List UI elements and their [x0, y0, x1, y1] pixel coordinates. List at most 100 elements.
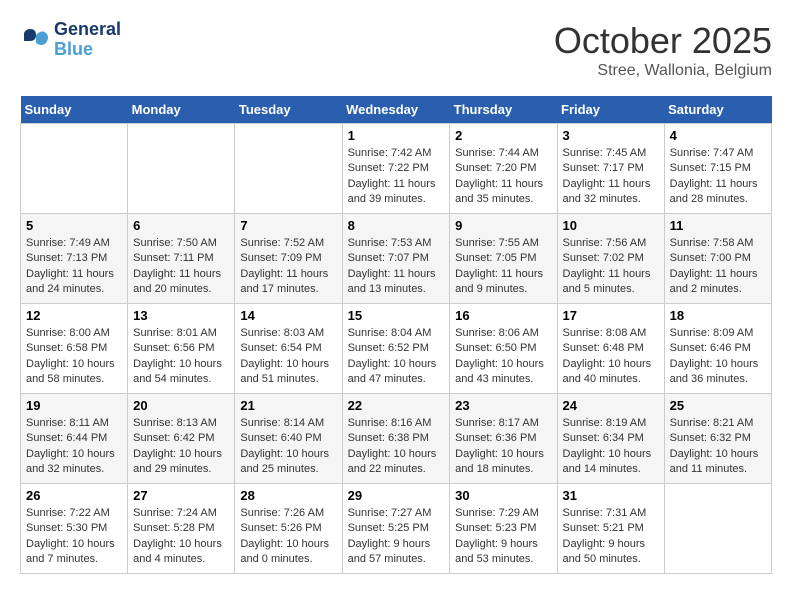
day-number: 26 [26, 488, 122, 503]
day-info: Sunrise: 7:58 AMSunset: 7:00 PMDaylight:… [670, 236, 766, 298]
calendar-cell: 12 Sunrise: 8:00 AMSunset: 6:58 PMDayligh… [21, 304, 128, 394]
header-row: SundayMondayTuesdayWednesdayThursdayFrid… [21, 96, 772, 124]
day-info: Sunrise: 7:42 AMSunset: 7:22 PMDaylight:… [348, 146, 445, 208]
calendar-cell: 15Sunrise: 8:04 AMSunset: 6:52 PMDayligh… [342, 304, 450, 394]
calendar-table: SundayMondayTuesdayWednesdayThursdayFrid… [20, 96, 772, 574]
day-info: Sunrise: 8:08 AMSunset: 6:48 PMDaylight:… [563, 326, 659, 388]
calendar-cell: 7 Sunrise: 7:52 AMSunset: 7:09 PMDaylight… [235, 214, 342, 304]
calendar-cell: 8 Sunrise: 7:53 AMSunset: 7:07 PMDaylight… [342, 214, 450, 304]
calendar-cell: 23Sunrise: 8:17 AMSunset: 6:36 PMDayligh… [450, 394, 557, 484]
day-number: 2 [455, 128, 551, 143]
column-header-saturday: Saturday [664, 96, 771, 124]
day-info: Sunrise: 7:44 AMSunset: 7:20 PMDaylight:… [455, 146, 551, 208]
calendar-cell: 10 Sunrise: 7:56 AMSunset: 7:02 PMDayligh… [557, 214, 664, 304]
day-info: Sunrise: 8:14 AMSunset: 6:40 PMDaylight:… [240, 416, 336, 478]
calendar-cell [664, 484, 771, 574]
calendar-cell: 6 Sunrise: 7:50 AMSunset: 7:11 PMDaylight… [128, 214, 235, 304]
calendar-cell: 29Sunrise: 7:27 AMSunset: 5:25 PMDayligh… [342, 484, 450, 574]
calendar-cell: 14Sunrise: 8:03 AMSunset: 6:54 PMDayligh… [235, 304, 342, 394]
calendar-cell: 4Sunrise: 7:47 AMSunset: 7:15 PMDaylight… [664, 124, 771, 214]
day-info: Sunrise: 8:01 AMSunset: 6:56 PMDaylight:… [133, 326, 229, 388]
page-header: General Blue October 2025 Stree, Walloni… [20, 20, 772, 80]
day-info: Sunrise: 7:29 AMSunset: 5:23 PMDaylight:… [455, 506, 551, 568]
day-info: Sunrise: 7:50 AMSunset: 7:11 PMDaylight:… [133, 236, 229, 298]
day-number: 12 [26, 308, 122, 323]
day-info: Sunrise: 7:49 AMSunset: 7:13 PMDaylight:… [26, 236, 122, 298]
day-number: 11 [670, 218, 766, 233]
day-number: 29 [348, 488, 445, 503]
day-info: Sunrise: 7:31 AMSunset: 5:21 PMDaylight:… [563, 506, 659, 568]
column-header-sunday: Sunday [21, 96, 128, 124]
day-number: 8 [348, 218, 445, 233]
day-info: Sunrise: 8:00 AMSunset: 6:58 PMDaylight:… [26, 326, 122, 388]
calendar-cell: 20 Sunrise: 8:13 AMSunset: 6:42 PMDayligh… [128, 394, 235, 484]
day-number: 5 [26, 218, 122, 233]
day-number: 6 [133, 218, 229, 233]
day-number: 25 [670, 398, 766, 413]
day-info: Sunrise: 7:22 AMSunset: 5:30 PMDaylight:… [26, 506, 122, 568]
day-number: 7 [240, 218, 336, 233]
calendar-cell: 2 Sunrise: 7:44 AMSunset: 7:20 PMDaylight… [450, 124, 557, 214]
day-info: Sunrise: 7:45 AMSunset: 7:17 PMDaylight:… [563, 146, 659, 208]
month-title: October 2025 [554, 20, 772, 62]
calendar-cell: 31 Sunrise: 7:31 AMSunset: 5:21 PMDayligh… [557, 484, 664, 574]
calendar-cell [235, 124, 342, 214]
day-number: 28 [240, 488, 336, 503]
day-number: 31 [563, 488, 659, 503]
location-subtitle: Stree, Wallonia, Belgium [554, 62, 772, 80]
day-number: 18 [670, 308, 766, 323]
title-area: October 2025 Stree, Wallonia, Belgium [554, 20, 772, 80]
day-info: Sunrise: 7:55 AMSunset: 7:05 PMDaylight:… [455, 236, 551, 298]
day-number: 27 [133, 488, 229, 503]
calendar-cell: 27 Sunrise: 7:24 AMSunset: 5:28 PMDayligh… [128, 484, 235, 574]
day-info: Sunrise: 8:21 AMSunset: 6:32 PMDaylight:… [670, 416, 766, 478]
week-row-5: 26 Sunrise: 7:22 AMSunset: 5:30 PMDayligh… [21, 484, 772, 574]
day-number: 21 [240, 398, 336, 413]
day-info: Sunrise: 7:26 AMSunset: 5:26 PMDaylight:… [240, 506, 336, 568]
day-number: 16 [455, 308, 551, 323]
calendar-header: SundayMondayTuesdayWednesdayThursdayFrid… [21, 96, 772, 124]
calendar-cell: 11 Sunrise: 7:58 AMSunset: 7:00 PMDayligh… [664, 214, 771, 304]
day-number: 20 [133, 398, 229, 413]
calendar-cell: 19Sunrise: 8:11 AMSunset: 6:44 PMDayligh… [21, 394, 128, 484]
day-info: Sunrise: 8:03 AMSunset: 6:54 PMDaylight:… [240, 326, 336, 388]
week-row-1: 1 Sunrise: 7:42 AMSunset: 7:22 PMDaylight… [21, 124, 772, 214]
column-header-tuesday: Tuesday [235, 96, 342, 124]
day-info: Sunrise: 8:17 AMSunset: 6:36 PMDaylight:… [455, 416, 551, 478]
calendar-cell: 30 Sunrise: 7:29 AMSunset: 5:23 PMDayligh… [450, 484, 557, 574]
calendar-cell: 1 Sunrise: 7:42 AMSunset: 7:22 PMDaylight… [342, 124, 450, 214]
day-info: Sunrise: 7:56 AMSunset: 7:02 PMDaylight:… [563, 236, 659, 298]
day-number: 3 [563, 128, 659, 143]
calendar-cell: 13Sunrise: 8:01 AMSunset: 6:56 PMDayligh… [128, 304, 235, 394]
day-number: 10 [563, 218, 659, 233]
day-number: 1 [348, 128, 445, 143]
calendar-cell: 22Sunrise: 8:16 AMSunset: 6:38 PMDayligh… [342, 394, 450, 484]
day-number: 17 [563, 308, 659, 323]
day-number: 4 [670, 128, 766, 143]
logo-icon [20, 25, 50, 55]
calendar-cell: 21 Sunrise: 8:14 AMSunset: 6:40 PMDayligh… [235, 394, 342, 484]
day-number: 30 [455, 488, 551, 503]
day-info: Sunrise: 7:53 AMSunset: 7:07 PMDaylight:… [348, 236, 445, 298]
week-row-3: 12 Sunrise: 8:00 AMSunset: 6:58 PMDayligh… [21, 304, 772, 394]
day-number: 9 [455, 218, 551, 233]
calendar-cell: 26 Sunrise: 7:22 AMSunset: 5:30 PMDayligh… [21, 484, 128, 574]
logo-line1: General [54, 20, 121, 40]
day-info: Sunrise: 7:24 AMSunset: 5:28 PMDaylight:… [133, 506, 229, 568]
week-row-4: 19Sunrise: 8:11 AMSunset: 6:44 PMDayligh… [21, 394, 772, 484]
day-info: Sunrise: 8:06 AMSunset: 6:50 PMDaylight:… [455, 326, 551, 388]
calendar-body: 1 Sunrise: 7:42 AMSunset: 7:22 PMDaylight… [21, 124, 772, 574]
column-header-thursday: Thursday [450, 96, 557, 124]
day-info: Sunrise: 8:04 AMSunset: 6:52 PMDaylight:… [348, 326, 445, 388]
day-info: Sunrise: 8:11 AMSunset: 6:44 PMDaylight:… [26, 416, 122, 478]
day-info: Sunrise: 7:52 AMSunset: 7:09 PMDaylight:… [240, 236, 336, 298]
column-header-friday: Friday [557, 96, 664, 124]
day-info: Sunrise: 8:09 AMSunset: 6:46 PMDaylight:… [670, 326, 766, 388]
logo-line2: Blue [54, 40, 121, 60]
day-info: Sunrise: 8:13 AMSunset: 6:42 PMDaylight:… [133, 416, 229, 478]
week-row-2: 5 Sunrise: 7:49 AMSunset: 7:13 PMDaylight… [21, 214, 772, 304]
calendar-cell: 16 Sunrise: 8:06 AMSunset: 6:50 PMDayligh… [450, 304, 557, 394]
day-number: 22 [348, 398, 445, 413]
calendar-cell: 25 Sunrise: 8:21 AMSunset: 6:32 PMDayligh… [664, 394, 771, 484]
day-number: 24 [563, 398, 659, 413]
